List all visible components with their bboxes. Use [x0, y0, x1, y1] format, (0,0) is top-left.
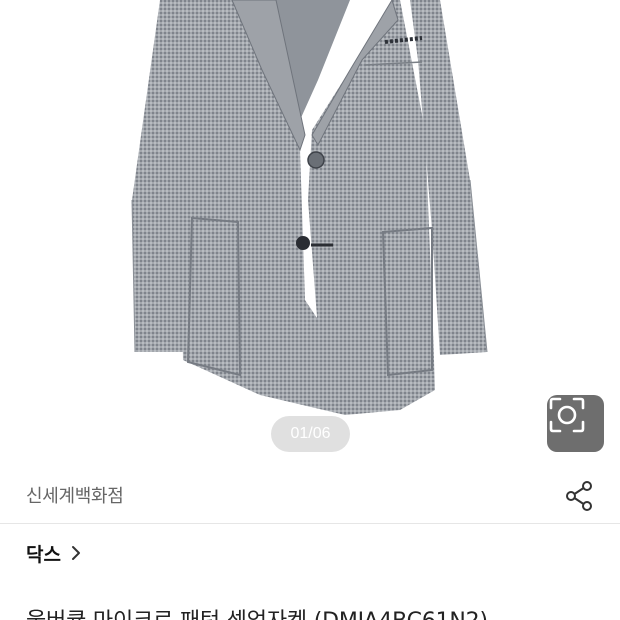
jacket-image — [131, 0, 488, 415]
share-icon — [566, 481, 592, 511]
section-divider — [0, 523, 620, 524]
brand-link[interactable]: 닥스 — [26, 538, 81, 568]
product-title: 울버큘 마이크로 패턴 셋업자켓 (DMJA4BC61N2) — [26, 603, 620, 620]
chevron-right-icon — [71, 545, 81, 561]
store-row: 신세계백화점 — [0, 465, 620, 523]
brand-name: 닥스 — [26, 543, 61, 566]
product-image-gallery[interactable]: 01/06 — [0, 0, 620, 465]
share-button[interactable] — [562, 479, 596, 513]
image-search-button[interactable] — [547, 395, 604, 452]
product-detail-page: 01/06 신세계백화점 닥스 — [0, 0, 620, 620]
camera-lens-search-icon — [549, 397, 585, 433]
image-counter: 01/06 — [271, 416, 350, 452]
store-name[interactable]: 신세계백화점 — [26, 482, 124, 508]
